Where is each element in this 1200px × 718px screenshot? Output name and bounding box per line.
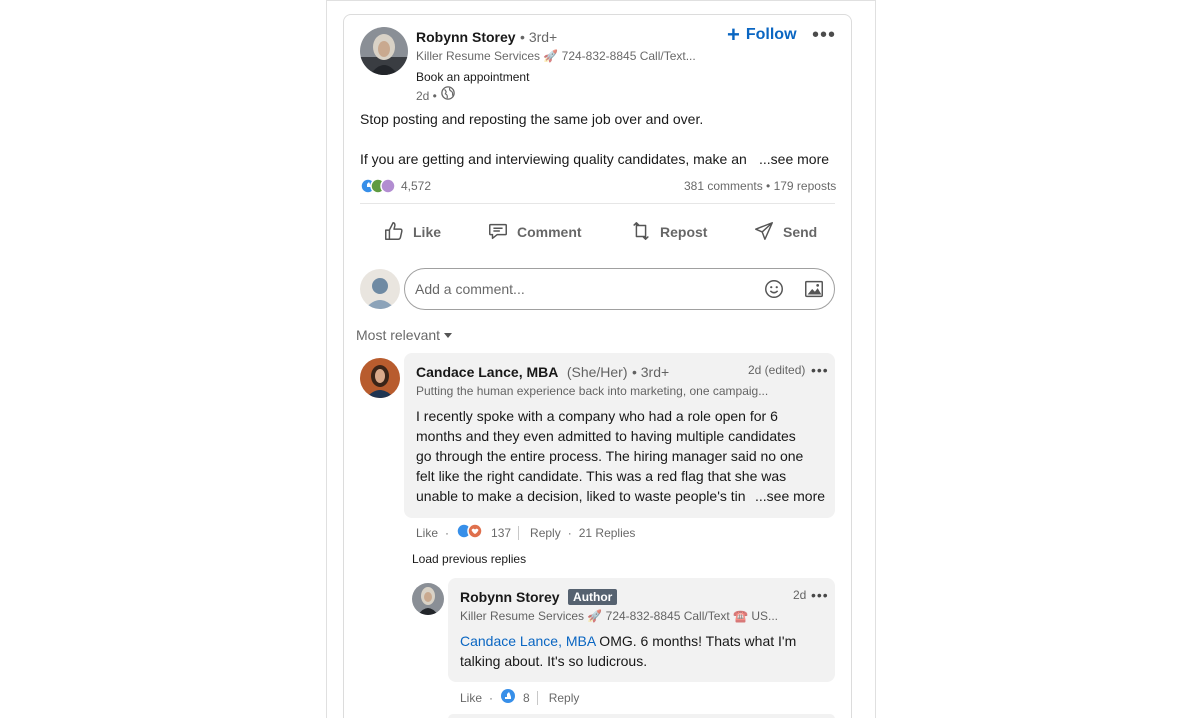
next-reply-bubble: [448, 714, 835, 718]
caret-down-icon: [443, 327, 453, 343]
thumbs-up-icon: [383, 220, 405, 245]
post-author-name[interactable]: Robynn Storey: [416, 29, 516, 45]
like-button[interactable]: Like: [383, 220, 441, 244]
reply-author-name[interactable]: Robynn Storey: [460, 589, 560, 605]
reply-author-headline: Killer Resume Services 🚀 724-832-8845 Ca…: [460, 609, 779, 623]
commenter-headline: Putting the human experience back into m…: [416, 384, 769, 398]
commenter-pronouns: (She/Her): [566, 364, 628, 380]
load-previous-replies-link[interactable]: Load previous replies: [412, 552, 526, 566]
comment-more-options-button[interactable]: •••: [811, 363, 829, 377]
comment-button[interactable]: Comment: [487, 220, 582, 244]
comment-reaction-icons[interactable]: [456, 523, 484, 542]
reply-more-options-button[interactable]: •••: [811, 588, 829, 602]
commenter-avatar[interactable]: [360, 358, 400, 398]
post-stats[interactable]: 381 comments • 179 reposts: [684, 179, 836, 193]
reply-author-avatar[interactable]: [412, 583, 444, 615]
follow-button[interactable]: + Follow: [727, 22, 797, 47]
book-appointment-link[interactable]: Book an appointment: [416, 70, 529, 84]
reaction-count[interactable]: 4,572: [401, 179, 431, 193]
send-button[interactable]: Send: [753, 220, 817, 244]
current-user-avatar: [360, 269, 400, 309]
reply-reply-button[interactable]: Reply: [549, 691, 580, 705]
comment-replies-count[interactable]: 21 Replies: [579, 526, 636, 540]
comment-text: I recently spoke with a company who had …: [416, 408, 804, 504]
mention-link[interactable]: Candace Lance, MBA: [460, 633, 595, 649]
image-icon[interactable]: [803, 278, 825, 305]
post-see-more-link[interactable]: ...see more: [759, 149, 829, 169]
send-icon: [753, 220, 775, 245]
repost-icon: [630, 220, 652, 245]
reply-like-button[interactable]: Like: [460, 691, 482, 705]
reply-reaction-icon[interactable]: [500, 688, 516, 707]
author-badge: Author: [568, 589, 618, 605]
reply-reaction-count[interactable]: 8: [523, 691, 530, 705]
plus-icon: +: [727, 22, 740, 47]
comment-timestamp: 2d (edited): [748, 363, 806, 377]
comment-reaction-count[interactable]: 137: [491, 526, 511, 540]
post-author-avatar[interactable]: [360, 27, 408, 75]
comment-icon: [487, 220, 509, 245]
sort-dropdown[interactable]: Most relevant: [356, 327, 453, 343]
comment-like-button[interactable]: Like: [416, 526, 438, 540]
post-text-line-1: Stop posting and reposting the same job …: [360, 111, 704, 127]
reply-text: Candace Lance, MBA OMG. 6 months! Thats …: [460, 633, 797, 669]
post-author-headline: Killer Resume Services 🚀 724-832-8845 Ca…: [416, 49, 696, 63]
post-more-options-button[interactable]: •••: [812, 25, 836, 45]
emoji-icon[interactable]: [763, 278, 785, 305]
comment-see-more-link[interactable]: ...see more: [751, 486, 826, 506]
reply-timestamp: 2d: [793, 588, 807, 602]
commenter-name[interactable]: Candace Lance, MBA: [416, 364, 558, 380]
globe-icon: [441, 86, 455, 105]
comment-input[interactable]: [415, 279, 745, 299]
post-divider: [360, 203, 835, 204]
repost-button[interactable]: Repost: [630, 220, 707, 244]
connection-degree: • 3rd+: [520, 29, 558, 45]
comment-reply-button[interactable]: Reply: [530, 526, 561, 540]
commenter-degree: • 3rd+: [631, 364, 670, 380]
reaction-icons[interactable]: [360, 178, 402, 194]
comment-input-box[interactable]: [404, 268, 835, 310]
post-timestamp: 2d •: [416, 88, 437, 103]
post-text-line-2: If you are getting and interviewing qual…: [360, 151, 747, 167]
